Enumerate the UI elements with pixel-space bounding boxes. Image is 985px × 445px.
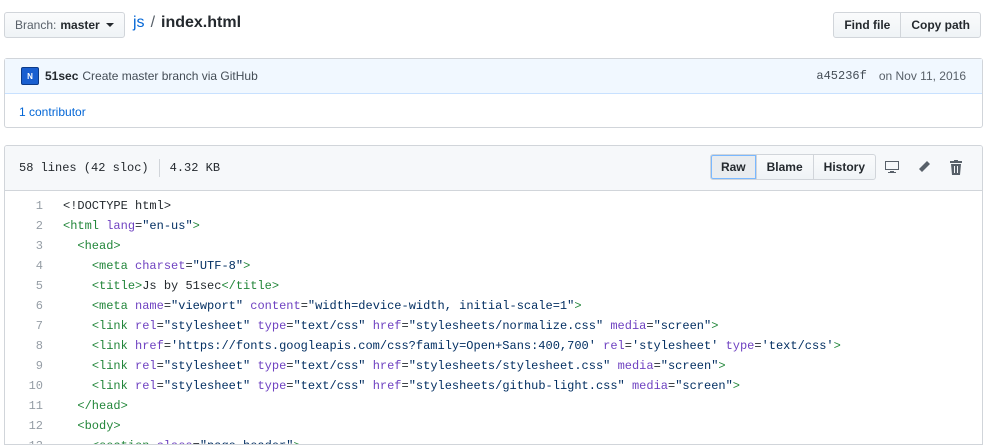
code-line: 11 </head> bbox=[5, 396, 982, 416]
code-line: 12 <body> bbox=[5, 416, 982, 436]
line-number[interactable]: 9 bbox=[5, 359, 53, 373]
commit-info-box: N 51sec Create master branch via GitHub … bbox=[4, 58, 983, 128]
code-line: 2 <html lang="en-us"> bbox=[5, 216, 982, 236]
commit-tease: N 51sec Create master branch via GitHub … bbox=[5, 59, 982, 94]
code-line: 4 <meta charset="UTF-8"> bbox=[5, 256, 982, 276]
line-content: </head> bbox=[77, 399, 128, 413]
line-content: <!DOCTYPE html> bbox=[63, 199, 172, 213]
code-line: 5 <title>Js by 51sec</title> bbox=[5, 276, 982, 296]
code-line: 3 <head> bbox=[5, 236, 982, 256]
commit-date: on Nov 11, 2016 bbox=[878, 69, 966, 83]
branch-select-button[interactable]: Branch: master bbox=[4, 12, 125, 38]
commit-sha-link[interactable]: a45236f bbox=[816, 69, 866, 83]
line-number[interactable]: 8 bbox=[5, 339, 53, 353]
commit-author-link[interactable]: 51sec bbox=[45, 69, 78, 83]
code-line: 10 <link rel="stylesheet" type="text/css… bbox=[5, 376, 982, 396]
contributors-row: 1 contributor bbox=[5, 94, 982, 129]
line-number[interactable]: 10 bbox=[5, 379, 53, 393]
line-content: <link href='https://fonts.googleapis.com… bbox=[91, 339, 841, 353]
line-content: <meta name="viewport" content="width=dev… bbox=[91, 299, 582, 313]
line-content: <head> bbox=[77, 239, 121, 253]
file-line-count: 58 lines (42 sloc) bbox=[19, 161, 149, 175]
blame-button[interactable]: Blame bbox=[755, 154, 814, 180]
line-number[interactable]: 3 bbox=[5, 239, 53, 253]
line-content: <meta charset="UTF-8"> bbox=[91, 259, 251, 273]
line-content: <section class="page-header"> bbox=[53, 439, 301, 444]
code-line: 8 <link href='https://fonts.googleapis.c… bbox=[5, 336, 982, 356]
line-number[interactable]: 7 bbox=[5, 319, 53, 333]
code-line: 1 <!DOCTYPE html> bbox=[5, 196, 982, 216]
line-content: <html lang="en-us"> bbox=[63, 219, 200, 233]
file-nav-buttons: Find file Copy path bbox=[833, 12, 981, 38]
line-number[interactable]: 1 bbox=[5, 199, 53, 213]
copy-path-button[interactable]: Copy path bbox=[900, 12, 981, 38]
branch-name: master bbox=[60, 18, 100, 32]
code-line: 7 <link rel="stylesheet" type="text/css"… bbox=[5, 316, 982, 336]
file-header: 58 lines (42 sloc) 4.32 KB Raw Blame His… bbox=[5, 146, 982, 191]
file-navigation: Branch: master js / index.html Find file… bbox=[4, 12, 983, 40]
history-button[interactable]: History bbox=[812, 154, 876, 180]
line-number[interactable]: 13 bbox=[5, 439, 53, 444]
line-content: <link rel="stylesheet" type="text/css" h… bbox=[91, 359, 726, 373]
line-number[interactable]: 4 bbox=[5, 259, 53, 273]
file-actions: Raw Blame History bbox=[709, 154, 972, 180]
breadcrumb-separator: / bbox=[150, 14, 156, 31]
trash-icon[interactable] bbox=[940, 154, 972, 180]
breadcrumb-file-name: index.html bbox=[161, 14, 242, 31]
breadcrumb: js / index.html bbox=[133, 14, 241, 32]
pencil-icon[interactable] bbox=[908, 154, 940, 180]
file-info: 58 lines (42 sloc) 4.32 KB bbox=[19, 159, 220, 177]
avatar[interactable]: N bbox=[21, 67, 39, 85]
line-content: <title>Js by 51sec</title> bbox=[91, 279, 280, 293]
code-line: 13 <section class="page-header"> bbox=[5, 436, 982, 444]
commit-message[interactable]: Create master branch via GitHub bbox=[82, 69, 257, 83]
line-number[interactable]: 5 bbox=[5, 279, 53, 293]
caret-down-icon bbox=[105, 23, 114, 27]
branch-prefix: Branch: bbox=[15, 18, 57, 32]
code-line: 9 <link rel="stylesheet" type="text/css"… bbox=[5, 356, 982, 376]
line-number[interactable]: 2 bbox=[5, 219, 53, 233]
line-content: <link rel="stylesheet" type="text/css" h… bbox=[91, 319, 719, 333]
line-content: <body> bbox=[77, 419, 121, 433]
line-number[interactable]: 11 bbox=[5, 399, 53, 413]
code-line: 6 <meta name="viewport" content="width=d… bbox=[5, 296, 982, 316]
line-number[interactable]: 6 bbox=[5, 299, 53, 313]
commit-meta: a45236f on Nov 11, 2016 bbox=[816, 69, 966, 83]
code-blob: 1 <!DOCTYPE html> 2 <html lang="en-us"> 3 <h… bbox=[5, 191, 982, 444]
line-number[interactable]: 12 bbox=[5, 419, 53, 433]
file-viewer: 58 lines (42 sloc) 4.32 KB Raw Blame His… bbox=[4, 145, 983, 445]
raw-button[interactable]: Raw bbox=[709, 154, 757, 180]
desktop-icon[interactable] bbox=[876, 154, 908, 180]
contributors-link[interactable]: 1 contributor bbox=[19, 105, 86, 119]
file-info-divider bbox=[158, 159, 160, 177]
find-file-button[interactable]: Find file bbox=[833, 12, 902, 38]
file-size: 4.32 KB bbox=[169, 161, 221, 175]
line-content: <link rel="stylesheet" type="text/css" h… bbox=[91, 379, 740, 393]
breadcrumb-folder-link[interactable]: js bbox=[133, 14, 145, 32]
